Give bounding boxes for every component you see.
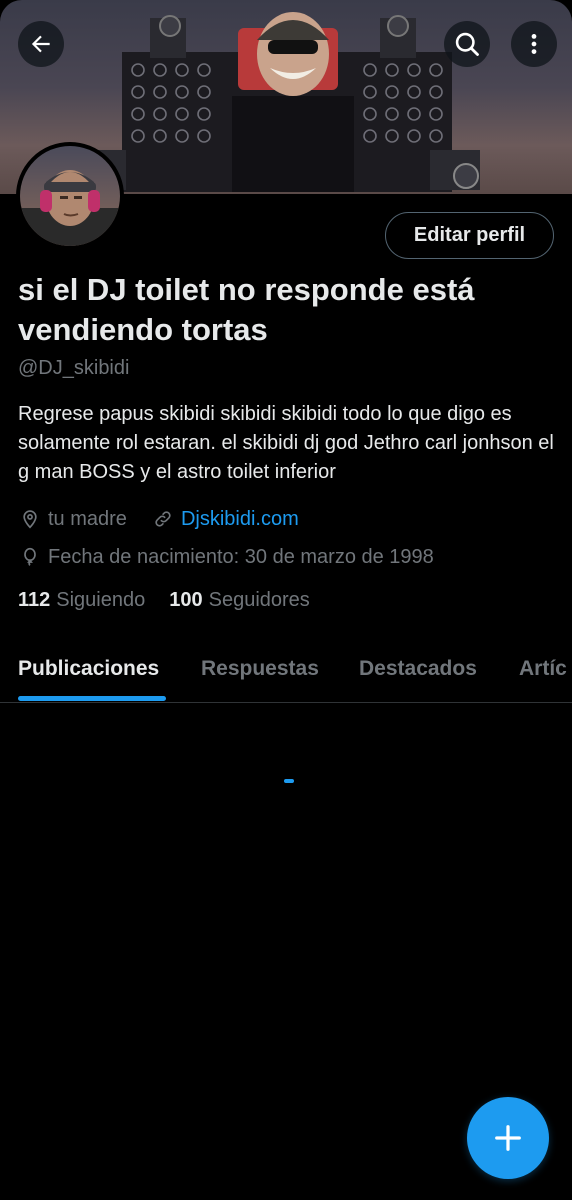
followers-count: 100: [169, 589, 203, 611]
followers-link[interactable]: 100 Seguidores: [169, 589, 310, 612]
display-name: si el DJ toilet no responde está vendien…: [18, 272, 475, 347]
search-button[interactable]: [444, 21, 490, 67]
bio: Regrese papus skibidi skibidi skibidi to…: [18, 403, 554, 483]
back-button[interactable]: [18, 21, 64, 67]
handle: @DJ_skibidi: [18, 357, 130, 379]
location-website-row: tu madre Djskibidi.com: [18, 506, 299, 532]
loading-spinner: [284, 779, 294, 783]
tab-destacados[interactable]: Destacados: [359, 657, 477, 681]
compose-button[interactable]: [467, 1097, 549, 1179]
arrow-left-icon: [31, 35, 50, 53]
following-link[interactable]: 112 Siguiendo: [18, 589, 145, 612]
active-tab-indicator: [18, 696, 166, 701]
tab-articulos[interactable]: Artíc: [519, 657, 567, 681]
website-link[interactable]: Djskibidi.com: [181, 508, 299, 531]
birthday-row: Fecha de nacimiento: 30 de marzo de 1998: [18, 544, 434, 570]
follow-counts: 112 Siguiendo 100 Seguidores: [18, 589, 334, 612]
avatar-image: [20, 146, 120, 246]
more-vertical-icon: [531, 34, 537, 54]
followers-label: Seguidores: [208, 589, 310, 611]
following-count: 112: [18, 589, 51, 611]
avatar[interactable]: [16, 142, 124, 250]
search-icon: [455, 32, 479, 56]
location-text: tu madre: [48, 507, 127, 530]
following-label: Siguiendo: [56, 589, 146, 611]
tab-publicaciones[interactable]: Publicaciones: [18, 657, 159, 681]
link-icon: [151, 507, 175, 531]
balloon-icon: [18, 545, 42, 569]
edit-profile-button[interactable]: Editar perfil: [385, 212, 554, 259]
location-pin-icon: [18, 507, 42, 531]
birthday-text: Fecha de nacimiento: 30 de marzo de 1998: [48, 545, 434, 568]
plus-icon: [495, 1125, 521, 1151]
more-button[interactable]: [511, 21, 557, 67]
profile-tabs: Publicaciones Respuestas Destacados Artí…: [0, 640, 572, 703]
tab-respuestas[interactable]: Respuestas: [201, 657, 319, 681]
